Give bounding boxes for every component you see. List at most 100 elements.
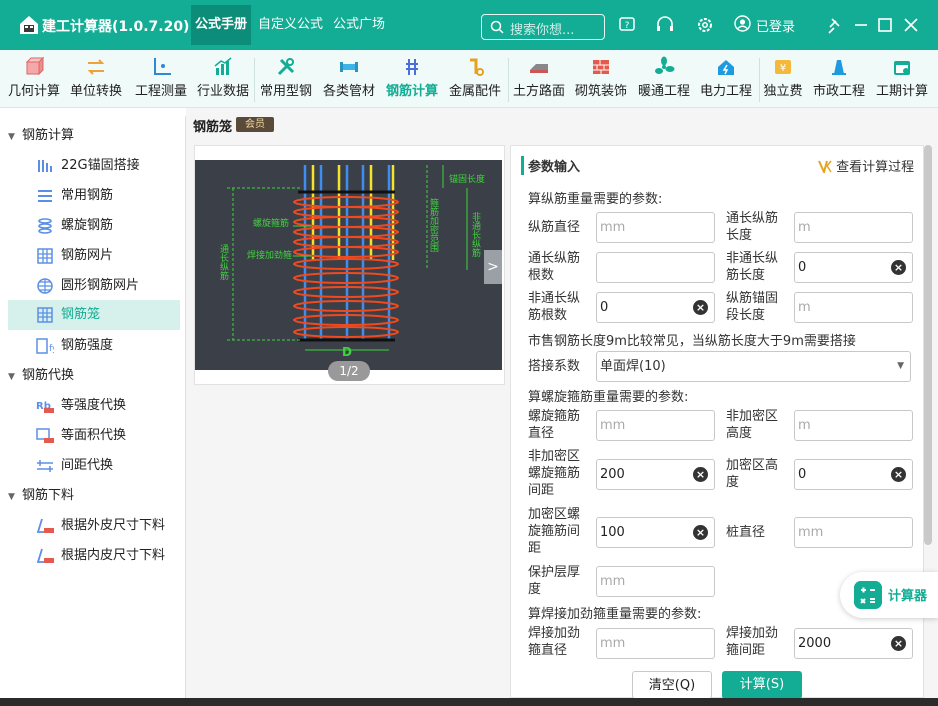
earthwork-icon [530, 64, 548, 73]
pile-dia-input[interactable]: mm [794, 517, 913, 548]
close-icon[interactable] [900, 14, 922, 36]
tool-power[interactable]: 电力工程 [698, 56, 754, 104]
account-status-label: 已登录 [756, 20, 796, 35]
sidebar-item-equal-strength[interactable]: Rb 等强度代换 [8, 391, 180, 421]
label-dense-range: 箍筋加密范围 [428, 197, 439, 253]
through-count-input[interactable] [596, 252, 715, 283]
pin-icon[interactable] [824, 14, 846, 36]
label-weld-ring: 焊接加劲箍 [247, 249, 292, 261]
clear-icon[interactable]: × [693, 525, 708, 540]
clear-icon[interactable]: × [891, 467, 906, 482]
sidebar-item-common-rebar[interactable]: 常用钢筋 [8, 181, 180, 211]
sidebar-item-spiral-rebar[interactable]: 螺旋钢筋 [8, 211, 180, 241]
label-diameter: D [342, 345, 352, 359]
circular-mesh-icon [37, 278, 53, 294]
label-splice: 搭接系数 [528, 359, 581, 374]
dense-spacing-input[interactable]: 100 × [596, 517, 715, 548]
view-calc-process-link[interactable]: 查看计算过程 [818, 156, 914, 175]
label-dense-spacing: 加密区螺旋箍筋间距 [528, 507, 581, 556]
tool-independent-fee[interactable]: ¥ 独立费 [762, 56, 804, 104]
search-icon [490, 20, 504, 34]
app-title: 建工计算器(1.0.7.20) [42, 19, 190, 35]
clear-button[interactable]: 清空(Q) [632, 671, 712, 699]
weld-spacing-input[interactable]: 2000 × [794, 628, 913, 659]
tool-rebar[interactable]: 钢筋计算 [384, 56, 440, 104]
sidebar-item-inner-size[interactable]: 根据内皮尺寸下料 [8, 541, 180, 571]
minimize-icon[interactable] [850, 14, 872, 36]
chart-data-icon [214, 57, 232, 75]
tool-hvac[interactable]: 暖通工程 [636, 56, 692, 104]
title-bar: 建工计算器(1.0.7.20) 公式手册 自定义公式 公式广场 搜索你想... … [0, 0, 938, 50]
tool-masonry[interactable]: 砌筑装饰 [573, 56, 629, 104]
weld-dia-input[interactable]: mm [596, 628, 715, 659]
caret-down-icon: ▼ [8, 372, 15, 382]
dense-height-input[interactable]: 0 × [794, 459, 913, 490]
gear-icon[interactable] [694, 14, 716, 36]
area-vip-icon [36, 428, 54, 443]
clear-icon[interactable]: × [693, 467, 708, 482]
rebar-lines-icon [38, 190, 52, 202]
sidebar-item-22g-anchor[interactable]: 22G锚固搭接 [8, 151, 180, 181]
sidebar-item-outer-size[interactable]: 根据外皮尺寸下料 [8, 511, 180, 541]
page-title: 钢筋笼 [193, 120, 233, 135]
sidebar-group-rebar-substitute[interactable]: ▼ 钢筋代换 [8, 362, 74, 390]
cage-drawing: 锚固长度 螺旋箍筋 焊接加劲箍 D 箍筋加密范围 非通长纵筋 通长纵筋 [218, 165, 485, 359]
splice-select[interactable]: 单面焊(10) ▼ [596, 351, 911, 382]
calendar-icon [894, 61, 910, 75]
tool-unit-convert[interactable]: 单位转换 [68, 56, 124, 104]
tool-metal-fittings[interactable]: 金属配件 [447, 56, 503, 104]
sidebar-item-rebar-mesh[interactable]: 钢筋网片 [8, 241, 180, 271]
tool-geometry[interactable]: 几何计算 [6, 56, 62, 104]
tool-municipal[interactable]: 市政工程 [811, 56, 867, 104]
svg-text:fy: fy [49, 344, 54, 354]
window-bottom-edge [0, 698, 938, 706]
tool-earthwork[interactable]: 土方路面 [511, 56, 567, 104]
long-dia-input[interactable]: mm [596, 212, 715, 243]
tool-steel-section[interactable]: 常用型钢 [258, 56, 314, 104]
nonthrough-count-input[interactable]: 0 × [596, 292, 715, 323]
nondense-height-input[interactable]: m [794, 410, 913, 441]
tab-formula-manual[interactable]: 公式手册 [191, 5, 252, 45]
through-len-input[interactable]: m [794, 212, 913, 243]
spiral-dia-input[interactable]: mm [596, 410, 715, 441]
tab-custom-formula[interactable]: 自定义公式 [254, 5, 327, 45]
sidebar-item-rebar-cage[interactable]: 钢筋笼 [8, 300, 180, 330]
sidebar-item-spacing-substitute[interactable]: 间距代换 [8, 451, 180, 481]
label-through-len: 通长纵筋长度 [726, 211, 779, 243]
toolbar-divider [508, 58, 509, 102]
maximize-icon[interactable] [874, 14, 896, 36]
nondense-spacing-input[interactable]: 200 × [596, 459, 715, 490]
floating-calculator-button[interactable]: 计算器 [840, 572, 938, 618]
clear-icon[interactable]: × [891, 636, 906, 651]
sidebar-item-equal-area[interactable]: 等面积代换 [8, 421, 180, 451]
sidebar-item-circular-mesh[interactable]: 圆形钢筋网片 [8, 271, 180, 301]
anchor-seg-input[interactable]: m [794, 292, 913, 323]
chevron-down-icon: ▼ [897, 361, 904, 371]
clear-icon[interactable]: × [891, 260, 906, 275]
next-image-button[interactable]: > [484, 250, 502, 284]
svg-text:?: ? [625, 21, 630, 31]
feedback-icon[interactable]: ? [616, 14, 638, 36]
form-title: 参数输入 [521, 156, 580, 175]
sidebar-group-rebar-cutting[interactable]: ▼ 钢筋下料 [8, 482, 74, 510]
label-spiral-dia: 螺旋箍筋直径 [528, 409, 581, 441]
tab-formula-square[interactable]: 公式广场 [329, 5, 389, 45]
calculate-button[interactable]: 计算(S) [722, 671, 802, 699]
bent-bar-vip-icon [36, 518, 54, 533]
tool-survey[interactable]: 工程测量 [133, 56, 189, 104]
headset-icon[interactable] [654, 14, 676, 36]
tool-industry-data[interactable]: 行业数据 [195, 56, 251, 104]
cover-input[interactable]: mm [596, 566, 715, 597]
form-scrollbar[interactable] [924, 145, 932, 545]
label-cover: 保护层厚度 [528, 565, 581, 597]
section-long-bar: 算纵筋重量需要的参数: [528, 192, 663, 207]
clear-icon[interactable]: × [693, 300, 708, 315]
rebar-cage-diagram: 锚固长度 螺旋箍筋 焊接加劲箍 D 箍筋加密范围 非通长纵筋 通长纵筋 [195, 160, 502, 370]
nonthrough-len-input[interactable]: 0 × [794, 252, 913, 283]
search-input[interactable]: 搜索你想... [481, 14, 605, 40]
member-badge: 会员 [236, 117, 274, 132]
tool-pipes[interactable]: 各类管材 [321, 56, 377, 104]
sidebar-item-rebar-strength[interactable]: fy 钢筋强度 [8, 331, 180, 361]
tool-schedule[interactable]: 工期计算 [874, 56, 930, 104]
sidebar-group-rebar-calc[interactable]: ▼ 钢筋计算 [8, 122, 74, 150]
